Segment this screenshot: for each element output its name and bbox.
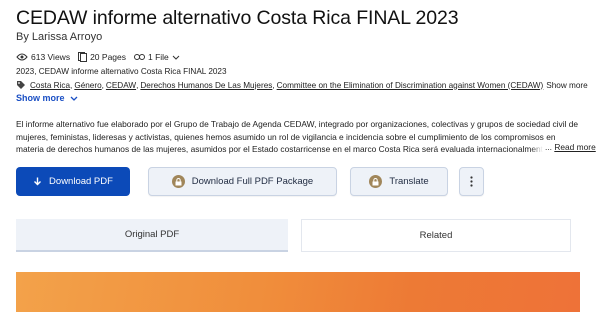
pages-icon — [78, 52, 88, 62]
download-package-label: Download Full PDF Package — [191, 176, 314, 187]
kebab-menu-icon — [470, 176, 473, 187]
author-line: By Larissa Arroyo — [16, 31, 103, 43]
files-count: 1 File — [148, 52, 169, 62]
tag-link[interactable]: Derechos Humanos De Las Mujeres — [140, 81, 272, 90]
pages-stat: 20 Pages — [78, 52, 126, 62]
document-stats: 613 Views 20 Pages 1 File — [16, 52, 191, 62]
files-dropdown[interactable]: 1 File — [134, 52, 183, 62]
views-count: 613 Views — [31, 52, 71, 62]
chevron-down-icon — [70, 96, 77, 101]
pdf-preview[interactable] — [16, 272, 580, 312]
download-pdf-button[interactable]: Download PDF — [16, 167, 130, 196]
tag-list: Costa Rica, Género, CEDAW, Derechos Huma… — [16, 80, 588, 90]
read-more-link[interactable]: Read more — [554, 142, 595, 152]
more-options-button[interactable] — [459, 167, 484, 196]
year-subtitle: 2023, CEDAW informe alternativo Costa Ri… — [16, 67, 227, 76]
abstract-text: El informe alternativo fue elaborado por… — [16, 119, 579, 154]
download-package-button[interactable]: Download Full PDF Package — [148, 167, 337, 196]
translate-button[interactable]: Translate — [350, 167, 448, 196]
document-tabs: Original PDF Related — [16, 219, 571, 252]
tag-icon — [17, 81, 25, 89]
download-icon — [34, 177, 42, 185]
show-more-label: Show more — [16, 93, 65, 103]
tab-related[interactable]: Related — [301, 219, 571, 252]
download-pdf-label: Download PDF — [49, 176, 113, 187]
tags-show-more-link[interactable]: Show more — [546, 81, 587, 90]
translate-label: Translate — [389, 176, 429, 187]
lock-icon — [171, 175, 185, 188]
tag-link[interactable]: Costa Rica — [30, 81, 70, 90]
views-stat: 613 Views — [16, 52, 70, 62]
tag-link[interactable]: CEDAW — [106, 81, 136, 90]
read-more[interactable]: ... Read more — [531, 142, 596, 152]
tag-link[interactable]: Género — [74, 81, 101, 90]
pages-count: 20 Pages — [90, 52, 126, 62]
page-title: CEDAW informe alternativo Costa Rica FIN… — [16, 7, 459, 29]
eye-icon — [16, 53, 28, 61]
tab-original-pdf[interactable]: Original PDF — [16, 219, 288, 252]
chevron-down-icon — [172, 55, 180, 60]
lock-icon — [369, 175, 383, 188]
show-more-toggle[interactable]: Show more — [16, 93, 78, 103]
tag-link[interactable]: Committee on the Elimination of Discrimi… — [277, 81, 544, 90]
ellipsis: ... — [545, 142, 552, 152]
link-icon — [134, 54, 145, 60]
